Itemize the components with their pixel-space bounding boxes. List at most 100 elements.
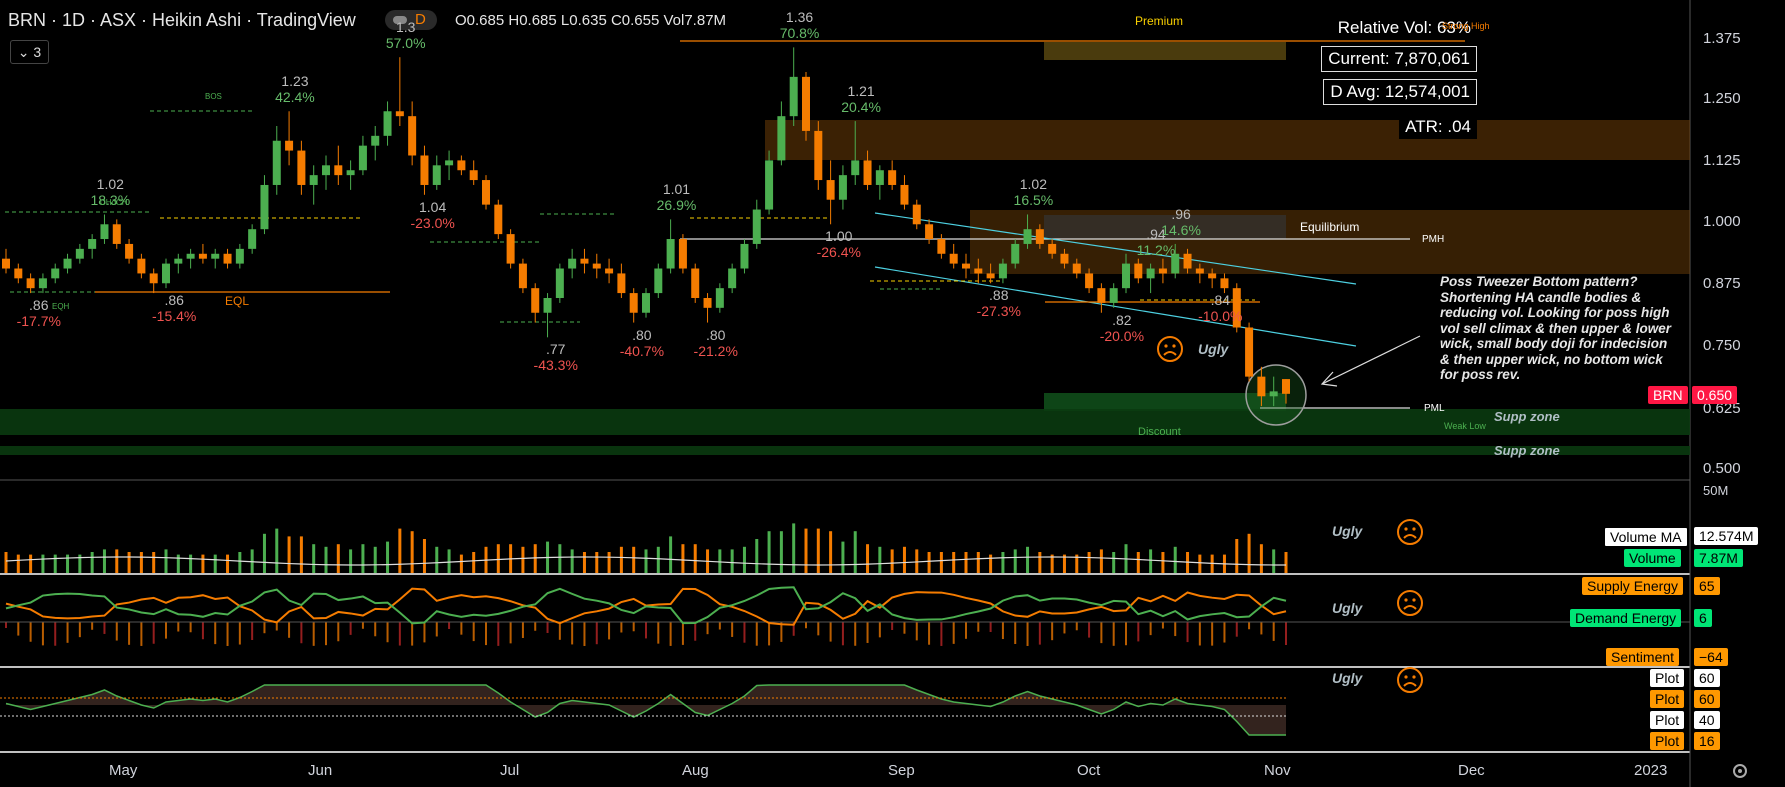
sentiment-histogram-bar (485, 622, 487, 646)
candle-body (469, 170, 478, 181)
volume-bar (1247, 533, 1251, 573)
sentiment-histogram-bar (558, 622, 561, 640)
sentiment-histogram-bar (866, 622, 869, 643)
sentiment-histogram-bar (17, 622, 20, 636)
sentiment-histogram-bar (1285, 622, 1287, 645)
volume-bar (915, 549, 919, 573)
volume-bar (1198, 554, 1202, 573)
volume-bar (853, 531, 857, 573)
weak-low-label: Weak Low (1444, 421, 1486, 431)
volume-bar (349, 549, 353, 573)
swing-price: 1.21 (847, 83, 875, 100)
supp-zone-label: Supp zone (1494, 409, 1560, 424)
premium-label: Premium (1135, 14, 1184, 28)
sentiment-histogram-bar (1174, 622, 1177, 637)
sentiment-histogram-bar (595, 622, 598, 645)
candle-body (1245, 327, 1254, 377)
swing-percent: -10.0% (1198, 308, 1243, 325)
sentiment-histogram-bar (165, 622, 167, 639)
sentiment-histogram-bar (263, 622, 266, 634)
volume-bar (582, 552, 586, 573)
candle-body (678, 239, 687, 269)
swing-price: .88 (989, 287, 1009, 304)
candle-body (457, 160, 466, 171)
sentiment-histogram-bar (1051, 622, 1054, 641)
volume-bar (939, 552, 943, 573)
candle-body (1220, 278, 1229, 289)
chart-title: BRN · 1D · ASX · Heikin Ashi · TradingVi… (8, 10, 356, 30)
candle-body (235, 248, 244, 264)
candle-body (814, 130, 823, 181)
volume-bar (1161, 552, 1165, 573)
sentiment-histogram-bar (965, 622, 967, 639)
sentiment-histogram-bar (1186, 622, 1189, 643)
volume-bar (816, 528, 820, 573)
discount-label: Discount (1138, 426, 1181, 438)
plot-value: 40 (1694, 711, 1720, 729)
sentiment-histogram-bar (411, 622, 414, 646)
symbol-tag: BRN (1648, 386, 1688, 404)
x-tick: Jun (308, 762, 333, 779)
sentiment-histogram-bar (226, 622, 229, 646)
energy-series (0, 586, 1690, 646)
swing-price: 1.3 (395, 19, 416, 36)
candle-body (346, 170, 355, 176)
sentiment-histogram-bar (1149, 622, 1152, 636)
volume-bar (927, 552, 931, 573)
indicator-count: 3 (33, 44, 42, 60)
candle-body (531, 288, 540, 313)
annotation-arrowhead (1320, 371, 1338, 387)
y-tick: 0.750 (1703, 337, 1741, 354)
volume-bar (570, 549, 574, 573)
x-tick: Aug (682, 762, 709, 779)
swing-percent: -27.3% (976, 303, 1021, 320)
sentiment-histogram-bar (312, 622, 315, 646)
volume-bar (1001, 552, 1005, 573)
volume-bar (952, 552, 956, 573)
x-tick: Sep (888, 762, 915, 779)
price-chart[interactable] (0, 0, 1785, 787)
volume-bar (976, 552, 980, 573)
sentiment-histogram-bar (669, 622, 672, 646)
ugly-label: Ugly (1198, 341, 1229, 357)
supply-energy-label: Supply Energy (1582, 577, 1684, 595)
volume-bar (275, 528, 279, 573)
candle-body (1195, 268, 1204, 274)
swing-label: .82 -20.0% (1100, 312, 1144, 344)
sentiment-histogram-bar (989, 622, 992, 633)
candle-body (875, 170, 884, 185)
candle-body (715, 288, 724, 308)
swing-label: 1.00 -26.4% (817, 228, 861, 260)
candle-body (518, 263, 527, 289)
sentiment-histogram-bar (214, 622, 217, 645)
pml-label: PML (1424, 403, 1445, 414)
swing-percent: 14.6% (1161, 221, 1201, 238)
volume-bar (262, 533, 266, 573)
demand-energy-label: Demand Energy (1570, 609, 1682, 627)
candle-body (543, 298, 552, 313)
sentiment-histogram-bar (103, 622, 106, 634)
swing-percent: 70.8% (779, 25, 820, 42)
candle-body (802, 76, 810, 131)
gear-icon[interactable] (1733, 764, 1747, 778)
swing-label: 1.21 20.4% (841, 83, 881, 115)
swing-price: 1.01 (662, 181, 691, 198)
volume-bar (558, 544, 562, 573)
sentiment-histogram-bar (1161, 622, 1164, 629)
x-tick: Nov (1264, 762, 1291, 779)
sentiment-histogram-bar (829, 622, 832, 642)
volume-bar (1136, 552, 1140, 573)
sentiment-histogram-bar (1211, 622, 1214, 646)
volume-bar (1259, 544, 1263, 573)
candle-body (654, 268, 663, 294)
candle-body (395, 111, 404, 117)
volume-bar (102, 549, 106, 573)
volume-bar (841, 541, 845, 573)
sentiment-pane-ugly: Ugly (1332, 670, 1363, 686)
plot-label: Plot (1650, 732, 1685, 750)
swing-percent: 26.9% (656, 197, 697, 214)
candle-body (211, 253, 220, 259)
volume-bar (189, 554, 193, 573)
indicator-collapse-button[interactable]: ⌄ 3 (10, 40, 49, 64)
sentiment-histogram-bar (128, 622, 131, 645)
